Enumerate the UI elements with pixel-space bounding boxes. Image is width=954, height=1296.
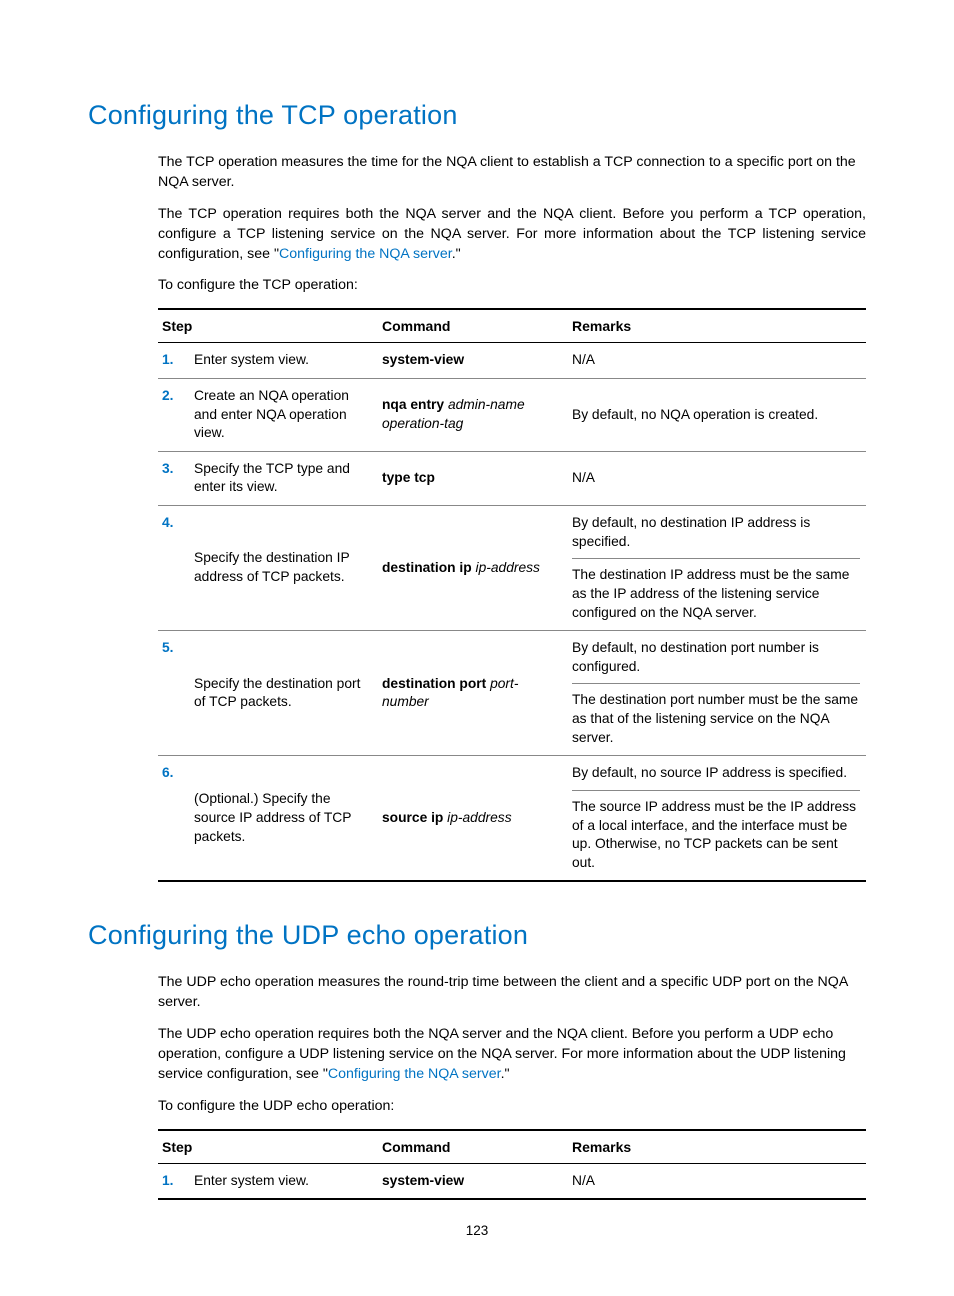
step-remarks: By default, no source IP address is spec… [568,756,866,882]
page-number: 123 [0,1223,954,1238]
step-description: (Optional.) Specify the source IP addres… [190,756,378,882]
link-configuring-nqa-server[interactable]: Configuring the NQA server [328,1066,501,1082]
step-remarks: N/A [568,343,866,379]
udp-operation-table: Step Command Remarks 1. Enter system vie… [158,1129,866,1201]
step-number: 4. [158,506,190,631]
step-command: source ip ip-address [378,756,568,882]
step-number: 1. [158,343,190,379]
step-number: 3. [158,451,190,505]
th-step: Step [158,1130,378,1164]
tcp-operation-table: Step Command Remarks 1. Enter system vie… [158,308,866,882]
table-row: 5. Specify the destination port of TCP p… [158,631,866,756]
table-row: 4. Specify the destination IP address of… [158,506,866,631]
udp-lead-text: To configure the UDP echo operation: [158,1097,866,1117]
cmd-italic-text: ip-address [472,560,540,575]
udp-para2-text-b: ." [501,1066,510,1082]
step-description: Specify the destination port of TCP pack… [190,631,378,756]
step-number: 1. [158,1163,190,1199]
step-description: Enter system view. [190,343,378,379]
cmd-bold-text: destination port [382,676,486,691]
step-remarks: By default, no destination IP address is… [568,506,866,631]
cmd-italic-text: ip-address [443,810,511,825]
udp-requirements-para: The UDP echo operation requires both the… [158,1025,866,1085]
step-remarks: By default, no destination port number i… [568,631,866,756]
step-number: 6. [158,756,190,882]
link-configuring-nqa-server[interactable]: Configuring the NQA server [279,246,452,262]
section-heading-udp: Configuring the UDP echo operation [88,920,866,951]
step-command: system-view [378,1163,568,1199]
table-row: 2. Create an NQA operation and enter NQA… [158,378,866,451]
cmd-bold-text: type tcp [382,470,435,485]
tcp-intro-para: The TCP operation measures the time for … [158,153,866,193]
th-command: Command [378,309,568,343]
step-description: Specify the destination IP address of TC… [190,506,378,631]
remarks-a: By default, no source IP address is spec… [572,764,860,791]
remarks-b: The source IP address must be the IP add… [572,798,860,873]
table-row: 6. (Optional.) Specify the source IP add… [158,756,866,882]
table-row: 3. Specify the TCP type and enter its vi… [158,451,866,505]
step-remarks: By default, no NQA operation is created. [568,378,866,451]
step-command: destination port port-number [378,631,568,756]
cmd-bold-text: system-view [382,352,464,367]
cmd-bold-text: system-view [382,1173,464,1188]
step-description: Create an NQA operation and enter NQA op… [190,378,378,451]
tcp-para2-text-b: ." [452,246,461,262]
remarks-b: The destination IP address must be the s… [572,566,860,622]
step-command: nqa entry admin-name operation-tag [378,378,568,451]
step-command: type tcp [378,451,568,505]
step-description: Specify the TCP type and enter its view. [190,451,378,505]
udp-intro-para: The UDP echo operation measures the roun… [158,973,866,1013]
remarks-b: The destination port number must be the … [572,691,860,747]
cmd-bold-text: nqa entry [382,397,444,412]
table-row: 1. Enter system view. system-view N/A [158,343,866,379]
step-remarks: N/A [568,1163,866,1199]
remarks-a: By default, no destination IP address is… [572,514,860,559]
step-command: destination ip ip-address [378,506,568,631]
tcp-lead-text: To configure the TCP operation: [158,276,866,296]
th-remarks: Remarks [568,309,866,343]
cmd-bold-text: source ip [382,810,443,825]
remarks-a: By default, no destination port number i… [572,639,860,684]
step-description: Enter system view. [190,1163,378,1199]
th-command: Command [378,1130,568,1164]
section-heading-tcp: Configuring the TCP operation [88,100,866,131]
step-number: 5. [158,631,190,756]
th-remarks: Remarks [568,1130,866,1164]
th-step: Step [158,309,378,343]
tcp-requirements-para: The TCP operation requires both the NQA … [158,205,866,265]
cmd-bold-text: destination ip [382,560,472,575]
tcp-para2-text-a: The TCP operation requires both the NQA … [158,206,866,262]
step-number: 2. [158,378,190,451]
step-remarks: N/A [568,451,866,505]
table-row: 1. Enter system view. system-view N/A [158,1163,866,1199]
step-command: system-view [378,343,568,379]
